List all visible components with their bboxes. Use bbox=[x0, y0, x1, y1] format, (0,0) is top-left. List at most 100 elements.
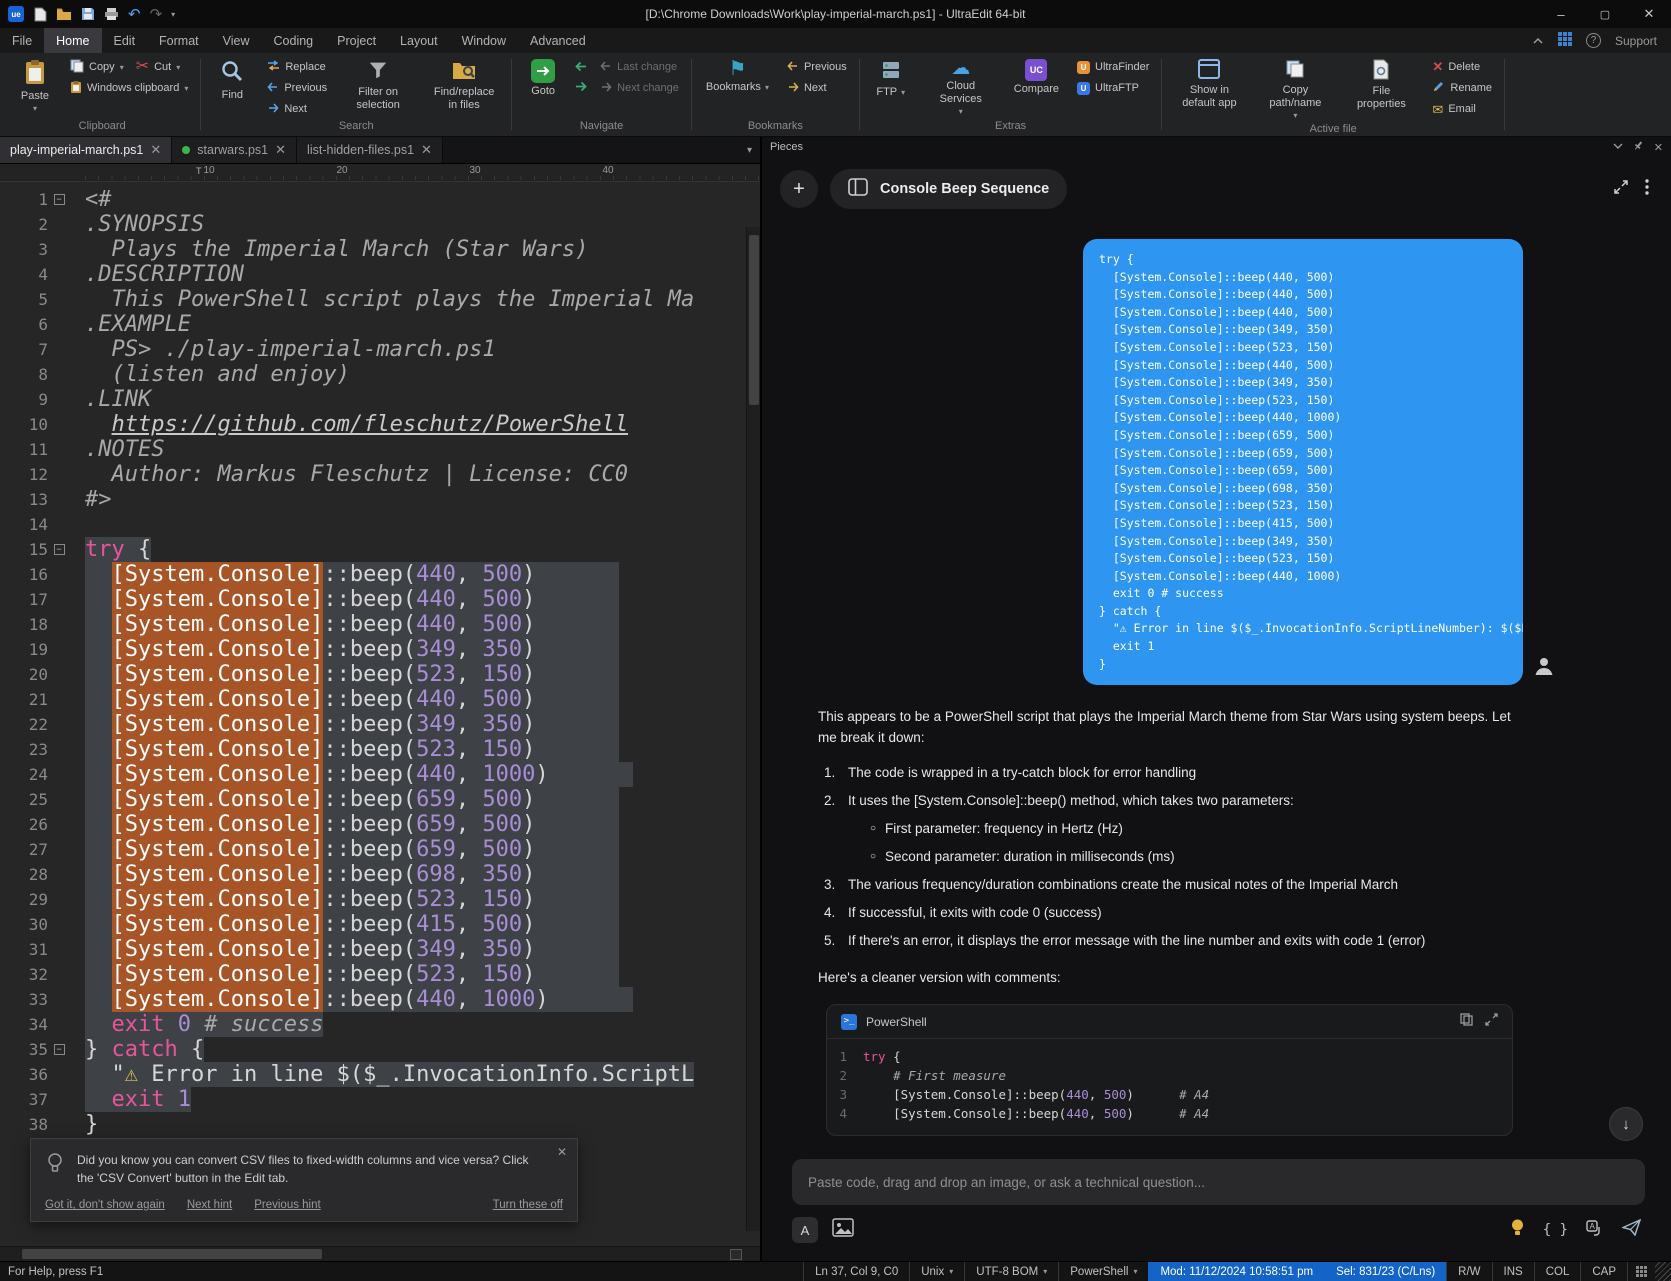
text-style-icon[interactable]: A bbox=[792, 1217, 818, 1243]
status-segment[interactable]: CAP bbox=[1580, 1262, 1627, 1281]
maximize-button[interactable]: ▢ bbox=[1583, 0, 1627, 28]
file-properties-button[interactable]: File properties bbox=[1342, 57, 1420, 112]
save-icon[interactable] bbox=[81, 7, 95, 21]
new-file-icon[interactable] bbox=[33, 7, 47, 22]
menu-tab-format[interactable]: Format bbox=[147, 28, 211, 53]
scroll-to-bottom-button[interactable]: ↓ bbox=[1609, 1107, 1643, 1141]
bookmarks-button[interactable]: ⚑ Bookmarks▾ bbox=[700, 57, 775, 95]
chat-area[interactable]: try { [System.Console]::beep(440, 500) [… bbox=[762, 221, 1671, 1151]
paste-button[interactable]: Paste ▾ bbox=[12, 57, 58, 115]
qat-customize-icon[interactable]: ▾ bbox=[171, 10, 175, 19]
next-change-button[interactable]: Next change bbox=[596, 78, 683, 98]
fold-toggle-icon[interactable]: − bbox=[54, 1044, 65, 1055]
vertical-scrollbar-thumb[interactable] bbox=[749, 235, 759, 405]
menu-tab-advanced[interactable]: Advanced bbox=[518, 28, 598, 53]
bookmark-previous-button[interactable]: Previous bbox=[783, 57, 851, 77]
email-button[interactable]: ✉ Email bbox=[1428, 99, 1496, 119]
layouts-grid-icon[interactable] bbox=[1558, 32, 1572, 49]
print-icon[interactable] bbox=[104, 7, 119, 21]
find-replace-in-files-button[interactable]: Find/replace in files bbox=[425, 57, 503, 113]
delete-button[interactable]: ✕ Delete bbox=[1428, 57, 1496, 77]
status-segment[interactable]: Mod: 11/12/2024 10:58:51 pm bbox=[1148, 1262, 1324, 1281]
ultraftp-button[interactable]: U UltraFTP bbox=[1073, 78, 1153, 98]
hint-got-it-link[interactable]: Got it, don't show again bbox=[45, 1199, 165, 1211]
show-in-default-app-button[interactable]: Show in default app bbox=[1170, 57, 1248, 111]
bookmark-next-button[interactable]: Next bbox=[783, 78, 851, 98]
close-button[interactable]: ✕ bbox=[1627, 0, 1671, 28]
hint-close-icon[interactable]: ✕ bbox=[557, 1145, 567, 1159]
code-braces-icon[interactable]: { } bbox=[1543, 1222, 1568, 1238]
goto-button[interactable]: Goto bbox=[520, 57, 566, 99]
find-previous-button[interactable]: Previous bbox=[263, 78, 331, 98]
ftp-button[interactable]: FTP▾ bbox=[868, 57, 914, 100]
minimize-button[interactable]: – bbox=[1539, 0, 1583, 28]
tab-list-dropdown-icon[interactable]: ▾ bbox=[739, 137, 760, 163]
status-segment[interactable]: COL bbox=[1534, 1262, 1581, 1281]
fold-toggle-icon[interactable]: − bbox=[54, 544, 65, 555]
menu-tab-edit[interactable]: Edit bbox=[102, 28, 148, 53]
windows-clipboard-button[interactable]: Windows clipboard▾ bbox=[66, 78, 192, 98]
attach-image-icon[interactable] bbox=[832, 1218, 854, 1242]
find-next-button[interactable]: Next bbox=[263, 99, 331, 119]
help-icon[interactable]: ? bbox=[1586, 33, 1601, 48]
status-segment[interactable]: Ln 37, Col 9, C0 bbox=[803, 1262, 909, 1281]
menu-tab-window[interactable]: Window bbox=[450, 28, 518, 53]
hint-previous-link[interactable]: Previous hint bbox=[254, 1199, 320, 1211]
status-segment[interactable]: UTF-8 BOM▾ bbox=[964, 1262, 1058, 1281]
status-segment[interactable]: PowerShell▾ bbox=[1058, 1262, 1148, 1281]
filter-on-selection-button[interactable]: Filter on selection bbox=[339, 57, 417, 113]
redo-icon[interactable]: ↷ bbox=[150, 5, 163, 23]
fold-toggle-icon[interactable]: − bbox=[54, 194, 65, 205]
forward-arrow-icon[interactable] bbox=[574, 80, 588, 96]
code-editor[interactable]: 1−<#2.SYNOPSIS3 Plays the Imperial March… bbox=[0, 182, 760, 1246]
menu-tab-file[interactable]: File bbox=[0, 28, 44, 53]
chat-input[interactable] bbox=[792, 1159, 1645, 1205]
undo-icon[interactable]: ↶ bbox=[128, 5, 141, 23]
file-tab[interactable]: starwars.ps1✕ bbox=[172, 137, 297, 163]
hscroll-corner-button[interactable] bbox=[730, 1249, 742, 1260]
panel-close-icon[interactable]: ✕ bbox=[1654, 141, 1663, 154]
tab-close-icon[interactable]: ✕ bbox=[275, 142, 286, 158]
hint-turn-off-link[interactable]: Turn these off bbox=[493, 1199, 563, 1211]
horizontal-scrollbar[interactable] bbox=[0, 1246, 760, 1261]
cut-button[interactable]: ✂ Cut▾ bbox=[132, 57, 185, 77]
collapse-ribbon-icon[interactable] bbox=[1532, 34, 1544, 48]
tab-close-icon[interactable]: ✕ bbox=[150, 142, 161, 158]
resize-grip[interactable] bbox=[1655, 1262, 1671, 1281]
sidebar-toggle-icon[interactable] bbox=[848, 178, 868, 201]
new-conversation-button[interactable]: + bbox=[780, 170, 818, 208]
file-tab[interactable]: list-hidden-files.ps1✕ bbox=[297, 137, 443, 163]
kebab-menu-icon[interactable] bbox=[1645, 179, 1649, 200]
ultrafinder-button[interactable]: U UltraFinder bbox=[1073, 57, 1153, 77]
expand-code-icon[interactable] bbox=[1485, 1012, 1498, 1033]
menu-tab-coding[interactable]: Coding bbox=[262, 28, 326, 53]
menu-tab-home[interactable]: Home bbox=[44, 28, 101, 53]
copy-path-name-button[interactable]: Copy path/name ▾ bbox=[1256, 57, 1334, 122]
menu-tab-view[interactable]: View bbox=[211, 28, 262, 53]
cloud-services-button[interactable]: ☁ Cloud Services ▾ bbox=[922, 57, 1000, 118]
tab-close-icon[interactable]: ✕ bbox=[421, 142, 432, 158]
status-grid-icon[interactable] bbox=[1627, 1262, 1655, 1281]
panel-chevron-down-icon[interactable] bbox=[1613, 141, 1623, 153]
status-segment[interactable]: Unix▾ bbox=[909, 1262, 964, 1281]
rename-button[interactable]: Rename bbox=[1428, 78, 1496, 98]
compare-button[interactable]: UC Compare bbox=[1008, 57, 1065, 97]
panel-pin-icon[interactable] bbox=[1633, 140, 1644, 154]
support-menu[interactable]: Support bbox=[1615, 34, 1657, 48]
copy-button[interactable]: Copy▾ bbox=[66, 57, 128, 77]
hint-next-link[interactable]: Next hint bbox=[187, 1199, 232, 1211]
copy-code-icon[interactable] bbox=[1460, 1012, 1473, 1033]
open-folder-icon[interactable] bbox=[56, 7, 72, 21]
file-tab[interactable]: play-imperial-march.ps1✕ bbox=[0, 137, 172, 163]
collapse-expand-icon[interactable] bbox=[1613, 179, 1629, 200]
replace-button[interactable]: Replace bbox=[263, 57, 331, 77]
status-segment[interactable]: R/W bbox=[1446, 1262, 1491, 1281]
find-button[interactable]: Find bbox=[209, 57, 255, 103]
suggestion-lightbulb-icon[interactable] bbox=[1510, 1218, 1525, 1242]
horizontal-scrollbar-thumb[interactable] bbox=[22, 1249, 322, 1259]
send-icon[interactable] bbox=[1622, 1219, 1641, 1241]
translate-icon[interactable]: A bbox=[1586, 1220, 1604, 1241]
status-segment[interactable]: Sel: 831/23 (C/Lns) bbox=[1324, 1262, 1446, 1281]
menu-tab-layout[interactable]: Layout bbox=[388, 28, 450, 53]
status-segment[interactable]: INS bbox=[1492, 1262, 1534, 1281]
